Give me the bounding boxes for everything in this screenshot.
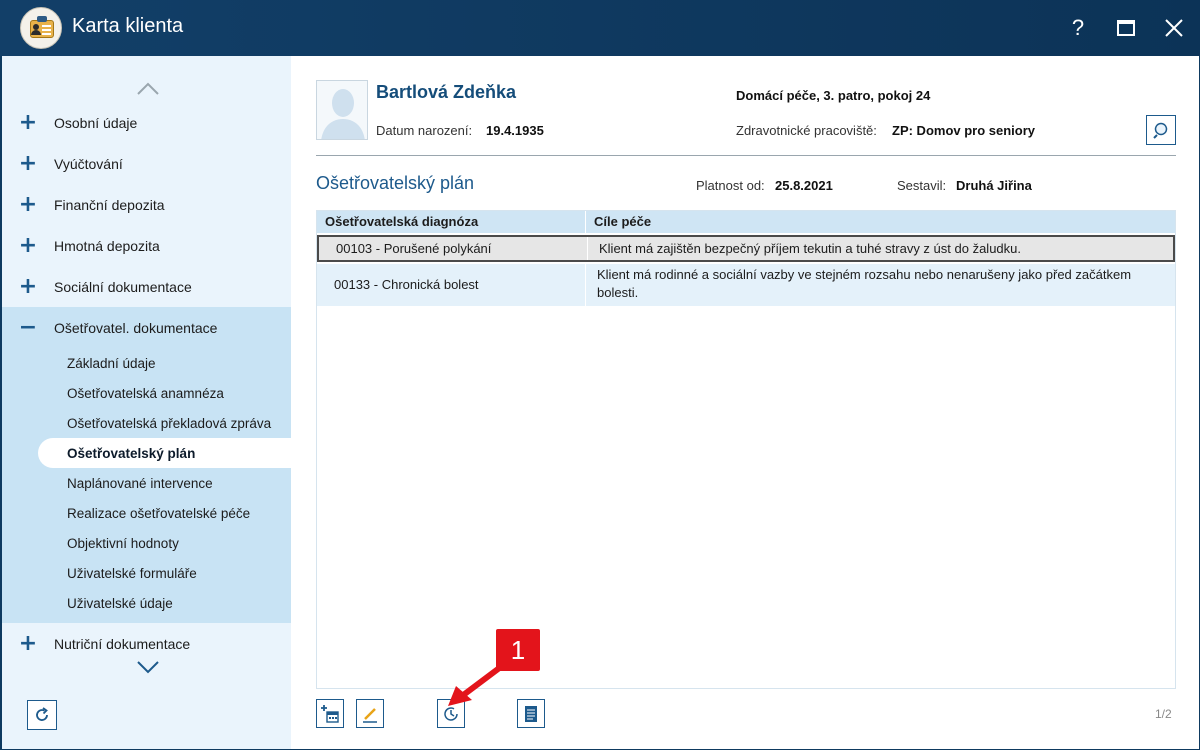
help-button[interactable]: ? (1060, 10, 1096, 46)
document-button[interactable] (517, 699, 545, 728)
maximize-icon (1117, 20, 1135, 36)
dob-value: 19.4.1935 (486, 123, 544, 138)
sidebar-subitem[interactable]: Ošetřovatelská anamnéza (2, 378, 292, 408)
section-title: Ošetřovatelský plán (316, 173, 475, 193)
title-bar: Karta klienta ? (0, 0, 1200, 56)
table-header: Ošetřovatelská diagnóza Cíle péče (317, 211, 1175, 233)
sidebar-subitem[interactable]: Objektivní hodnoty (2, 528, 292, 558)
goal-cell: Klient má rodinné a sociální vazby ve st… (597, 267, 1132, 300)
plus-icon: + (18, 151, 38, 176)
sidebar-item-label: Osobní údaje (54, 114, 138, 131)
sidebar-subitem[interactable]: Naplánované intervence (2, 468, 292, 498)
search-button[interactable] (1146, 115, 1176, 145)
sidebar-subitem[interactable]: Základní údaje (2, 348, 292, 378)
facility-value: ZP: Domov pro seniory (892, 123, 1036, 138)
window-title: Karta klienta (72, 15, 184, 37)
document-icon (525, 705, 537, 722)
diagnosis-cell: 00103 - Porušené polykání (336, 241, 492, 256)
sidebar-subitem-active[interactable]: Ošetřovatelský plán (38, 438, 292, 468)
author-value: Druhá Jiřina (956, 178, 1032, 193)
sidebar-subitem[interactable]: Uživatelské formuláře (2, 558, 292, 588)
maximize-button[interactable] (1108, 10, 1144, 46)
sidebar: + Osobní údaje + Vyúčtování + Finanční d… (1, 56, 292, 749)
client-location: Domácí péče, 3. patro, pokoj 24 (736, 88, 931, 103)
sidebar-item-label: Nutriční dokumentace (54, 635, 191, 652)
page-indicator: 1/2 (1155, 707, 1172, 721)
add-calendar-icon (321, 704, 339, 723)
sidebar-item-material-deposits[interactable]: + Hmotná depozita (2, 225, 292, 266)
valid-from-label: Platnost od: (696, 178, 765, 193)
column-header[interactable]: Cíle péče (594, 214, 651, 229)
minus-icon: − (18, 315, 38, 340)
client-name: Bartlová Zdeňka (376, 82, 517, 102)
sidebar-item-label: Sociální dokumentace (54, 278, 192, 295)
dob-label: Datum narození: (376, 123, 473, 138)
plus-icon: + (18, 110, 38, 135)
author-label: Sestavil: (897, 178, 947, 193)
plus-icon: + (18, 631, 38, 656)
table-row[interactable]: 00133 - Chronická bolest Klient má rodin… (317, 264, 1175, 306)
refresh-icon (36, 707, 48, 721)
sidebar-item-financial-deposits[interactable]: + Finanční depozita (2, 184, 292, 225)
chevron-up-icon[interactable] (136, 82, 160, 96)
sidebar-subitem[interactable]: Realizace ošetřovatelské péče (2, 498, 292, 528)
plus-icon: + (18, 233, 38, 258)
column-header[interactable]: Ošetřovatelská diagnóza (325, 214, 478, 229)
person-silhouette-icon (321, 89, 365, 139)
main-panel: Bartlová Zdeňka Datum narození: 19.4.193… (291, 56, 1199, 749)
plus-icon: + (18, 274, 38, 299)
sidebar-item-nutrition-docs[interactable]: + Nutriční dokumentace (2, 623, 292, 664)
edit-button[interactable] (356, 699, 384, 728)
callout-badge: 1 (496, 629, 540, 671)
add-plan-button[interactable] (316, 699, 344, 728)
sidebar-item-label: Hmotná depozita (54, 237, 160, 254)
avatar (316, 80, 368, 140)
table-row-selected[interactable]: 00103 - Porušené polykání Klient má zaji… (317, 235, 1175, 262)
goal-cell: Klient má zajištěn bezpečný příjem tekut… (599, 241, 1021, 256)
sidebar-subitem[interactable]: Ošetřovatelská překladová zpráva (2, 408, 292, 438)
search-icon (1153, 122, 1168, 139)
client-card-icon (20, 7, 62, 49)
sidebar-item-label: Finanční depozita (54, 196, 165, 213)
sidebar-group-nursing: − Ošetřovatel. dokumentace Základní údaj… (2, 307, 292, 623)
close-button[interactable] (1156, 10, 1192, 46)
sidebar-item-label: Ošetřovatel. dokumentace (54, 319, 218, 336)
sidebar-item-label: Vyúčtování (54, 155, 123, 172)
facility-label: Zdravotnické pracoviště: (736, 123, 877, 138)
chevron-down-icon[interactable] (136, 660, 160, 674)
valid-from-value: 25.8.2021 (775, 178, 833, 193)
sidebar-subitem[interactable]: Uživatelské údaje (2, 588, 292, 618)
sidebar-item-personal[interactable]: + Osobní údaje (2, 102, 292, 143)
sidebar-item-billing[interactable]: + Vyúčtování (2, 143, 292, 184)
plus-icon: + (18, 192, 38, 217)
header-divider (316, 155, 1176, 156)
refresh-button[interactable] (27, 700, 57, 730)
sidebar-item-social-docs[interactable]: + Sociální dokumentace (2, 266, 292, 307)
diagnosis-cell: 00133 - Chronická bolest (334, 277, 479, 292)
pencil-icon (363, 707, 377, 723)
close-icon (1165, 19, 1183, 37)
sidebar-item-nursing-docs[interactable]: − Ošetřovatel. dokumentace (2, 307, 292, 348)
care-plan-table: Ošetřovatelská diagnóza Cíle péče 00103 … (316, 210, 1176, 689)
